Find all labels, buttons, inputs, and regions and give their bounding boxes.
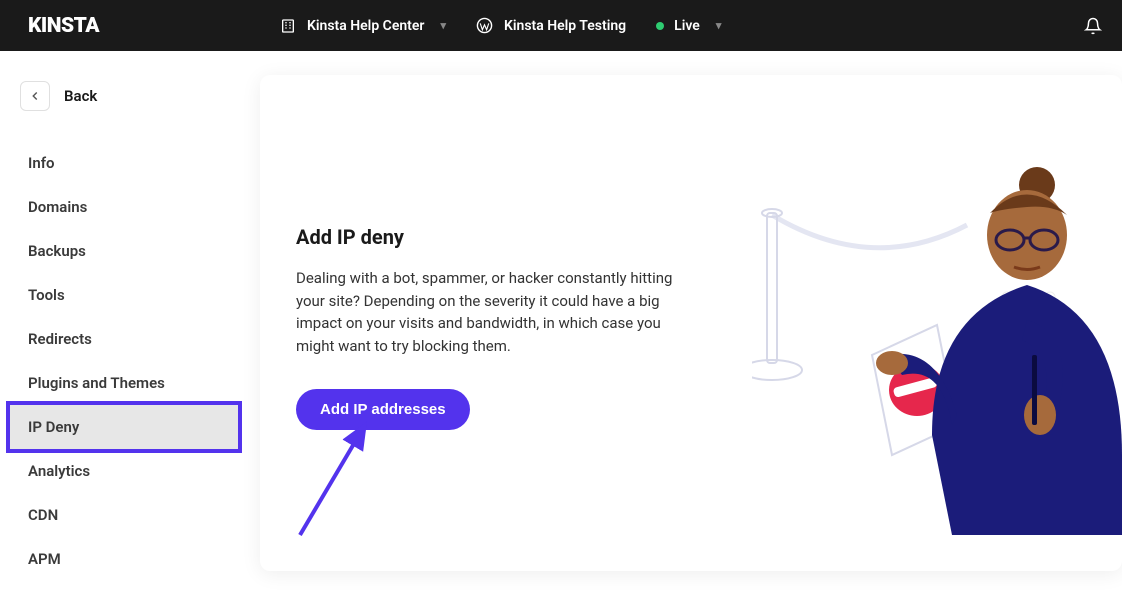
- sidebar-item-label: Plugins and Themes: [28, 374, 165, 392]
- status-dot-icon: [656, 22, 664, 30]
- notifications-button[interactable]: [1084, 17, 1102, 35]
- sidebar-item-cdn[interactable]: CDN: [0, 493, 260, 537]
- sidebar-item-label: APM: [28, 550, 61, 568]
- chevron-down-icon: ▾: [716, 19, 722, 32]
- environment-selector[interactable]: Live ▾: [656, 18, 721, 34]
- sidebar-item-label: IP Deny: [28, 418, 79, 436]
- sidebar-item-label: Info: [28, 154, 55, 172]
- sidebar-item-apm[interactable]: APM: [0, 537, 260, 581]
- sidebar-item-label: Analytics: [28, 462, 90, 480]
- logo: KINSTA: [28, 14, 99, 38]
- sidebar-item-label: CDN: [28, 506, 58, 524]
- site-label: Kinsta Help Testing: [504, 18, 626, 34]
- site-selector[interactable]: Kinsta Help Testing: [476, 17, 626, 35]
- sidebar-item-label: Redirects: [28, 330, 92, 348]
- main-content: Add IP deny Dealing with a bot, spammer,…: [260, 51, 1122, 591]
- add-ip-addresses-button[interactable]: Add IP addresses: [296, 389, 470, 430]
- sidebar-item-backups[interactable]: Backups: [0, 229, 260, 273]
- page-description: Dealing with a bot, spammer, or hacker c…: [296, 267, 676, 357]
- chevron-down-icon: ▾: [440, 19, 446, 32]
- sidebar-item-redirects[interactable]: Redirects: [0, 317, 260, 361]
- sidebar-item-label: Domains: [28, 198, 87, 216]
- sidebar-item-label: Backups: [28, 242, 86, 260]
- building-icon: [279, 17, 297, 35]
- sidebar-item-plugins-themes[interactable]: Plugins and Themes: [0, 361, 260, 405]
- back-button[interactable]: Back: [0, 81, 260, 111]
- sidebar-item-ip-deny[interactable]: IP Deny: [10, 405, 238, 449]
- wordpress-icon: [476, 17, 494, 35]
- sidebar-item-domains[interactable]: Domains: [0, 185, 260, 229]
- back-label: Back: [64, 87, 97, 105]
- topbar: KINSTA Kinsta Help Center ▾ Kinsta Help …: [0, 0, 1122, 51]
- company-selector[interactable]: Kinsta Help Center ▾: [279, 17, 446, 35]
- sidebar-item-info[interactable]: Info: [0, 141, 260, 185]
- env-label: Live: [674, 18, 700, 34]
- sidebar-item-analytics[interactable]: Analytics: [0, 449, 260, 493]
- sidebar-item-label: Tools: [28, 286, 65, 304]
- bouncer-illustration: [752, 165, 1122, 535]
- content-card: Add IP deny Dealing with a bot, spammer,…: [260, 75, 1122, 571]
- arrow-left-icon: [20, 81, 50, 111]
- company-label: Kinsta Help Center: [307, 18, 424, 34]
- sidebar-item-tools[interactable]: Tools: [0, 273, 260, 317]
- sidebar: Back Info Domains Backups Tools Redirect…: [0, 51, 260, 591]
